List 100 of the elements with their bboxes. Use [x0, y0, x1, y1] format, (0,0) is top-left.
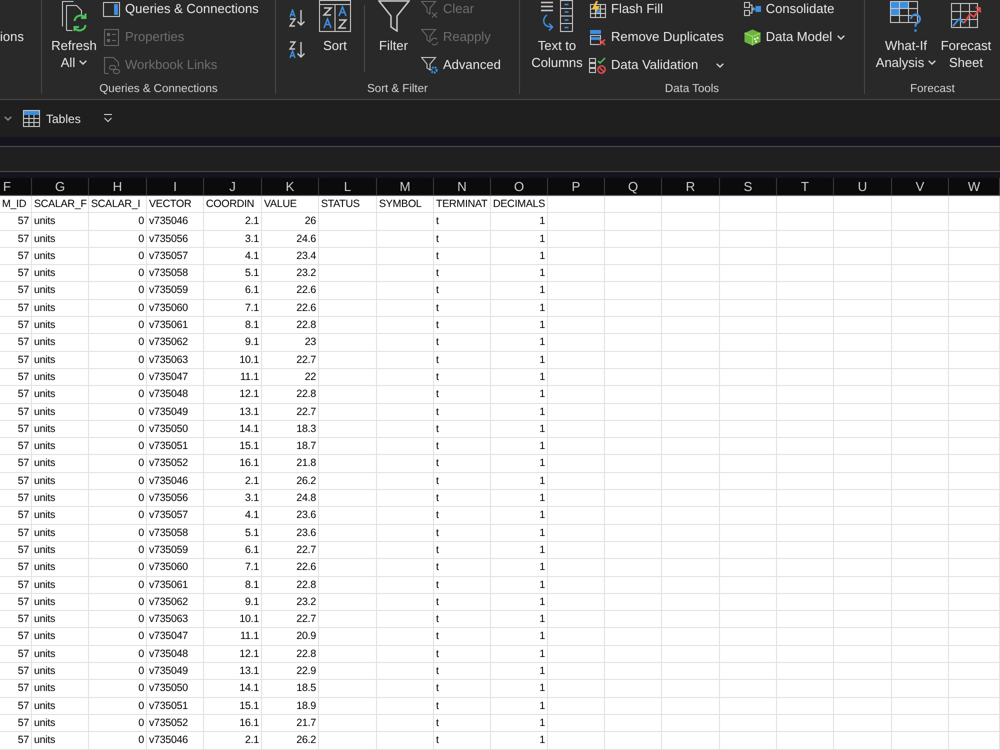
- column-header[interactable]: G: [32, 178, 89, 195]
- empty-cell: [662, 576, 720, 594]
- ribbon-button[interactable]: Refresh All: [50, 0, 98, 71]
- column-header[interactable]: I: [147, 178, 204, 195]
- column-header[interactable]: F: [0, 178, 32, 195]
- empty-cell: [662, 368, 720, 386]
- column-header[interactable]: R: [662, 178, 720, 195]
- ribbon-button[interactable]: Sort: [318, 0, 352, 54]
- empty-cell: [720, 196, 777, 214]
- table-cell: 14.1: [204, 420, 262, 438]
- empty-cell: [949, 438, 1000, 456]
- table-cell: v735062: [147, 334, 204, 352]
- column-header[interactable]: H: [89, 178, 147, 195]
- table-cell: v735059: [147, 282, 204, 300]
- empty-cell: [892, 680, 949, 698]
- empty-cell: [662, 317, 720, 334]
- ribbon-button[interactable]: Data Validation: [589, 51, 724, 79]
- ribbon-button[interactable]: Data Model: [744, 23, 846, 51]
- empty-cell: [834, 594, 892, 612]
- sort-descending-icon[interactable]: [289, 41, 307, 59]
- column-header[interactable]: K: [262, 178, 319, 195]
- table-cell: units: [32, 438, 89, 456]
- header-cell: SYMBOL: [377, 196, 434, 214]
- table-cell: t: [434, 542, 491, 560]
- column-header[interactable]: Q: [605, 178, 662, 195]
- empty-cell: [949, 698, 1000, 715]
- empty-cell: [834, 611, 892, 628]
- table-cell: 0: [89, 213, 147, 231]
- empty-cell: [949, 386, 1000, 404]
- ribbon-button[interactable]: Forecast Sheet: [940, 0, 992, 71]
- table-cell: 21.7: [262, 714, 319, 732]
- column-header[interactable]: L: [319, 178, 377, 195]
- table-cell: t: [434, 507, 491, 525]
- empty-cell: [892, 611, 949, 628]
- empty-cell: [720, 507, 777, 525]
- group-label: Data Tools: [664, 82, 720, 97]
- empty-cell: [377, 213, 434, 231]
- list-icon: [104, 28, 119, 46]
- table-cell: 57: [0, 472, 32, 490]
- table-cell: t: [434, 334, 491, 352]
- column-header[interactable]: M: [377, 178, 434, 195]
- table-cell: units: [32, 352, 89, 369]
- ribbon-button[interactable]: What-If Analysis: [875, 0, 937, 71]
- sort-ascending-icon[interactable]: [289, 9, 307, 27]
- table-cell: units: [32, 282, 89, 300]
- column-header[interactable]: W: [949, 178, 1000, 195]
- ribbon-button[interactable]: ions: [0, 23, 24, 51]
- table-cell: 9.1: [204, 334, 262, 352]
- empty-cell: [892, 542, 949, 560]
- table-cell: v735060: [147, 559, 204, 577]
- empty-cell: [720, 594, 777, 612]
- empty-cell: [720, 611, 777, 628]
- empty-cell: [949, 472, 1000, 490]
- empty-cell: [949, 611, 1000, 628]
- table-cell: 1: [491, 230, 548, 248]
- column-header[interactable]: N: [434, 178, 491, 195]
- column-header[interactable]: P: [548, 178, 605, 195]
- toolbar-button[interactable]: Tables: [23, 110, 81, 128]
- table-cell: 0: [89, 576, 147, 594]
- column-header[interactable]: J: [204, 178, 262, 195]
- empty-cell: [777, 680, 834, 698]
- ribbon-button[interactable]: Text to Columns: [530, 0, 584, 71]
- column-header[interactable]: T: [777, 178, 834, 195]
- empty-cell: [605, 334, 662, 352]
- empty-cell: [605, 404, 662, 421]
- column-header[interactable]: S: [720, 178, 777, 195]
- empty-cell: [605, 680, 662, 698]
- column-header[interactable]: O: [491, 178, 548, 195]
- empty-cell: [377, 368, 434, 386]
- empty-cell: [892, 420, 949, 438]
- table-cell: 12.1: [204, 386, 262, 404]
- empty-cell: [605, 698, 662, 715]
- validation-icon: [589, 56, 606, 74]
- ribbon-button[interactable]: Queries & Connections: [103, 0, 259, 23]
- ribbon-button[interactable]: Flash Fill: [589, 0, 724, 23]
- empty-cell: [548, 248, 605, 266]
- table-cell: 2.1: [204, 213, 262, 231]
- table-cell: 57: [0, 420, 32, 438]
- empty-cell: [377, 472, 434, 490]
- chevron-bar-icon[interactable]: [102, 114, 113, 123]
- table-cell: units: [32, 386, 89, 404]
- table-cell: 1: [491, 265, 548, 282]
- empty-cell: [605, 352, 662, 369]
- table-cell: 23.6: [262, 524, 319, 542]
- ribbon-button[interactable]: Advanced: [421, 51, 501, 79]
- ribbon-button[interactable]: Consolidate: [744, 0, 846, 23]
- empty-cell: [834, 404, 892, 421]
- ribbon-button[interactable]: Filter: [376, 0, 411, 54]
- empty-cell: [777, 472, 834, 490]
- table-cell: 1: [491, 628, 548, 646]
- table-cell: 22.7: [262, 611, 319, 628]
- table-cell: t: [434, 576, 491, 594]
- column-header[interactable]: V: [892, 178, 949, 195]
- ribbon-button[interactable]: Remove Duplicates: [589, 23, 724, 51]
- column-header[interactable]: U: [834, 178, 892, 195]
- table-cell: 12.1: [204, 646, 262, 664]
- table-cell: v735057: [147, 248, 204, 266]
- empty-cell: [949, 524, 1000, 542]
- empty-cell: [319, 334, 377, 352]
- empty-cell: [319, 594, 377, 612]
